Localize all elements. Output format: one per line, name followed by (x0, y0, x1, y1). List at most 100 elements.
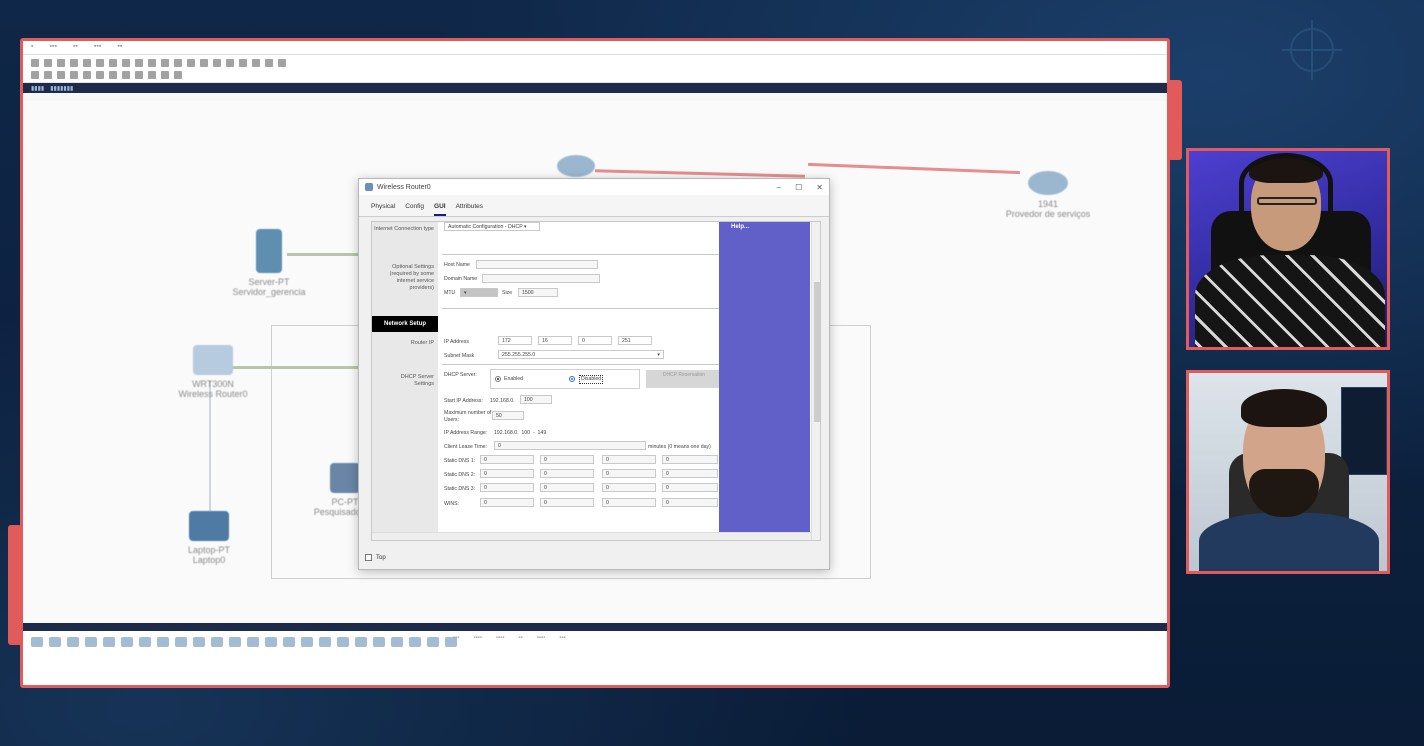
dns1-octet-1[interactable]: 0 (480, 455, 534, 464)
device-category-icon[interactable] (337, 637, 349, 647)
tool-icon[interactable] (148, 58, 156, 67)
device-category-icon[interactable] (373, 637, 385, 647)
tool-icon[interactable] (70, 70, 78, 79)
help-link[interactable]: Help... (731, 224, 749, 230)
device-category-icon[interactable] (427, 637, 439, 647)
close-button[interactable]: ✕ (816, 183, 823, 192)
ip-octet-4-input[interactable]: 251 (618, 336, 652, 345)
device-category-icon[interactable] (85, 637, 97, 647)
device-category-icon[interactable] (283, 637, 295, 647)
top-checkbox[interactable] (365, 554, 372, 561)
tool-icon[interactable] (226, 58, 234, 67)
tool-icon[interactable] (122, 58, 130, 67)
mtu-select[interactable]: ▾ (460, 288, 498, 297)
wins-octet-2[interactable]: 0 (540, 498, 594, 507)
isp-router-device[interactable]: 1941 Provedor de serviços (993, 171, 1103, 219)
device-category-icon[interactable] (193, 637, 205, 647)
tab-config[interactable]: Config (405, 203, 424, 216)
connection-type-select[interactable]: Automatic Configuration - DHCP ▾ (444, 222, 540, 231)
open-icon[interactable] (44, 58, 52, 67)
wireless-router-device[interactable]: WRT300N Wireless Router0 (163, 345, 263, 399)
maximize-button[interactable]: ☐ (795, 183, 802, 192)
device-category-icon[interactable] (211, 637, 223, 647)
ip-octet-2-input[interactable]: 16 (538, 336, 572, 345)
dns3-octet-1[interactable]: 0 (480, 483, 534, 492)
dhcp-disabled-radio[interactable] (569, 376, 575, 382)
device-category-icon[interactable] (49, 637, 61, 647)
tool-icon[interactable] (135, 70, 143, 79)
tool-icon[interactable] (109, 58, 117, 67)
dns2-octet-1[interactable]: 0 (480, 469, 534, 478)
dns1-octet-3[interactable]: 0 (602, 455, 656, 464)
wins-octet-4[interactable]: 0 (662, 498, 718, 507)
domain-name-input[interactable] (482, 274, 600, 283)
lease-time-input[interactable]: 0 (494, 441, 646, 450)
tool-icon[interactable] (44, 70, 52, 79)
tool-icon[interactable] (148, 70, 156, 79)
tool-icon[interactable] (161, 58, 169, 67)
device-category-icon[interactable] (139, 637, 151, 647)
wins-octet-3[interactable]: 0 (602, 498, 656, 507)
device-category-icon[interactable] (121, 637, 133, 647)
ip-octet-3-input[interactable]: 0 (578, 336, 612, 345)
tool-icon[interactable] (31, 70, 39, 79)
dns1-octet-2[interactable]: 0 (540, 455, 594, 464)
ip-octet-1-input[interactable]: 172 (498, 336, 532, 345)
dhcp-reservation-button[interactable]: DHCP Reservation (646, 370, 722, 388)
tool-icon[interactable] (96, 58, 104, 67)
tool-icon[interactable] (174, 70, 182, 79)
horizontal-scrollbar[interactable] (372, 532, 811, 540)
zoom-in-icon[interactable] (187, 58, 195, 67)
start-ip-input[interactable]: 100 (520, 395, 552, 404)
save-icon[interactable] (57, 58, 65, 67)
dns2-octet-2[interactable]: 0 (540, 469, 594, 478)
new-icon[interactable] (31, 58, 39, 67)
tool-icon[interactable] (135, 58, 143, 67)
tab-physical[interactable]: Physical (371, 203, 395, 216)
laptop-device[interactable]: Laptop-PT Laptop0 (159, 511, 259, 565)
tool-icon[interactable] (83, 58, 91, 67)
device-category-icon[interactable] (319, 637, 331, 647)
device-category-icon[interactable] (265, 637, 277, 647)
tool-icon[interactable] (174, 58, 182, 67)
tool-icon[interactable] (57, 70, 65, 79)
mtu-size-input[interactable]: 1500 (518, 288, 558, 297)
tool-icon[interactable] (161, 70, 169, 79)
print-icon[interactable] (70, 58, 78, 67)
tool-icon[interactable] (265, 58, 273, 67)
dns3-octet-3[interactable]: 0 (602, 483, 656, 492)
device-category-icon[interactable] (31, 637, 43, 647)
dns2-octet-4[interactable]: 0 (662, 469, 718, 478)
host-name-input[interactable] (476, 260, 598, 269)
max-users-input[interactable]: 50 (492, 411, 524, 420)
device-category-icon[interactable] (175, 637, 187, 647)
vertical-scrollbar[interactable] (811, 222, 820, 540)
device-category-icon[interactable] (229, 637, 241, 647)
dns2-octet-3[interactable]: 0 (602, 469, 656, 478)
device-category-icon[interactable] (301, 637, 313, 647)
subnet-mask-select[interactable]: 255.255.255.0 ▾ (498, 350, 664, 359)
device-category-icon[interactable] (355, 637, 367, 647)
dns3-octet-2[interactable]: 0 (540, 483, 594, 492)
tool-icon[interactable] (252, 58, 260, 67)
tab-attributes[interactable]: Attributes (456, 203, 483, 216)
tool-icon[interactable] (109, 70, 117, 79)
dns3-octet-4[interactable]: 0 (662, 483, 718, 492)
tool-icon[interactable] (239, 58, 247, 67)
device-category-icon[interactable] (157, 637, 169, 647)
tool-icon[interactable] (213, 58, 221, 67)
tool-icon[interactable] (96, 70, 104, 79)
tool-icon[interactable] (122, 70, 130, 79)
zoom-out-icon[interactable] (200, 58, 208, 67)
tool-icon[interactable] (83, 70, 91, 79)
tool-icon[interactable] (278, 58, 286, 67)
device-category-icon[interactable] (247, 637, 259, 647)
minimize-button[interactable]: – (777, 183, 781, 192)
dns1-octet-4[interactable]: 0 (662, 455, 718, 464)
device-category-icon[interactable] (67, 637, 79, 647)
scroll-thumb[interactable] (814, 282, 820, 422)
tab-gui[interactable]: GUI (434, 203, 446, 216)
device-category-icon[interactable] (391, 637, 403, 647)
wins-octet-1[interactable]: 0 (480, 498, 534, 507)
server-device[interactable]: Server-PT Servidor_gerencia (219, 229, 319, 297)
